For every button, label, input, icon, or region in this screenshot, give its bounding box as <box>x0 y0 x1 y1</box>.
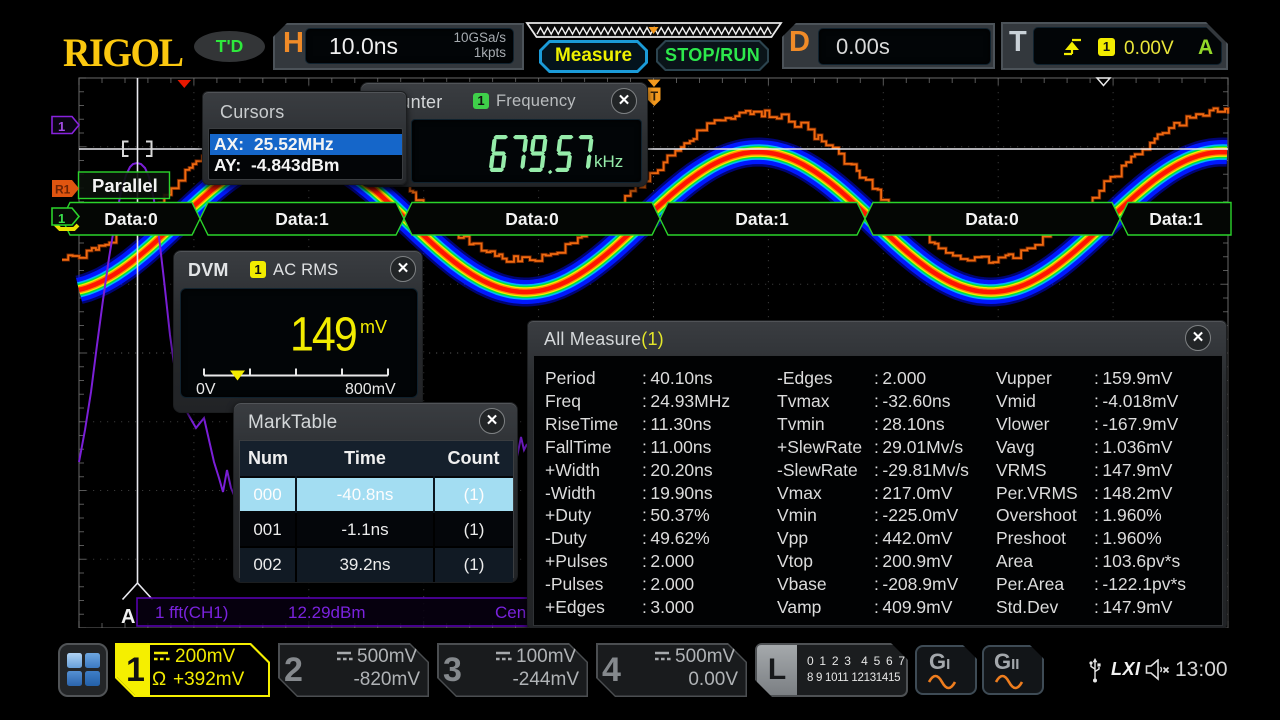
svg-text:Data:0: Data:0 <box>965 209 1019 229</box>
svg-text:R1: R1 <box>55 183 71 197</box>
svg-text:12.29dBm: 12.29dBm <box>288 603 366 622</box>
svg-text:Data:1: Data:1 <box>275 209 329 229</box>
svg-text:Cen: Cen <box>495 603 526 622</box>
svg-text:Data:0: Data:0 <box>104 209 158 229</box>
svg-text:T: T <box>651 90 659 104</box>
svg-text:Data:1: Data:1 <box>735 209 789 229</box>
svg-text:Parallel: Parallel <box>92 175 158 196</box>
svg-text:1: 1 <box>58 211 65 226</box>
svg-text:1 fft(CH1): 1 fft(CH1) <box>155 603 228 622</box>
svg-text:A: A <box>121 606 135 628</box>
svg-text:1: 1 <box>58 119 65 134</box>
svg-text:Data:1: Data:1 <box>1149 209 1203 229</box>
svg-text:Data:0: Data:0 <box>505 209 559 229</box>
